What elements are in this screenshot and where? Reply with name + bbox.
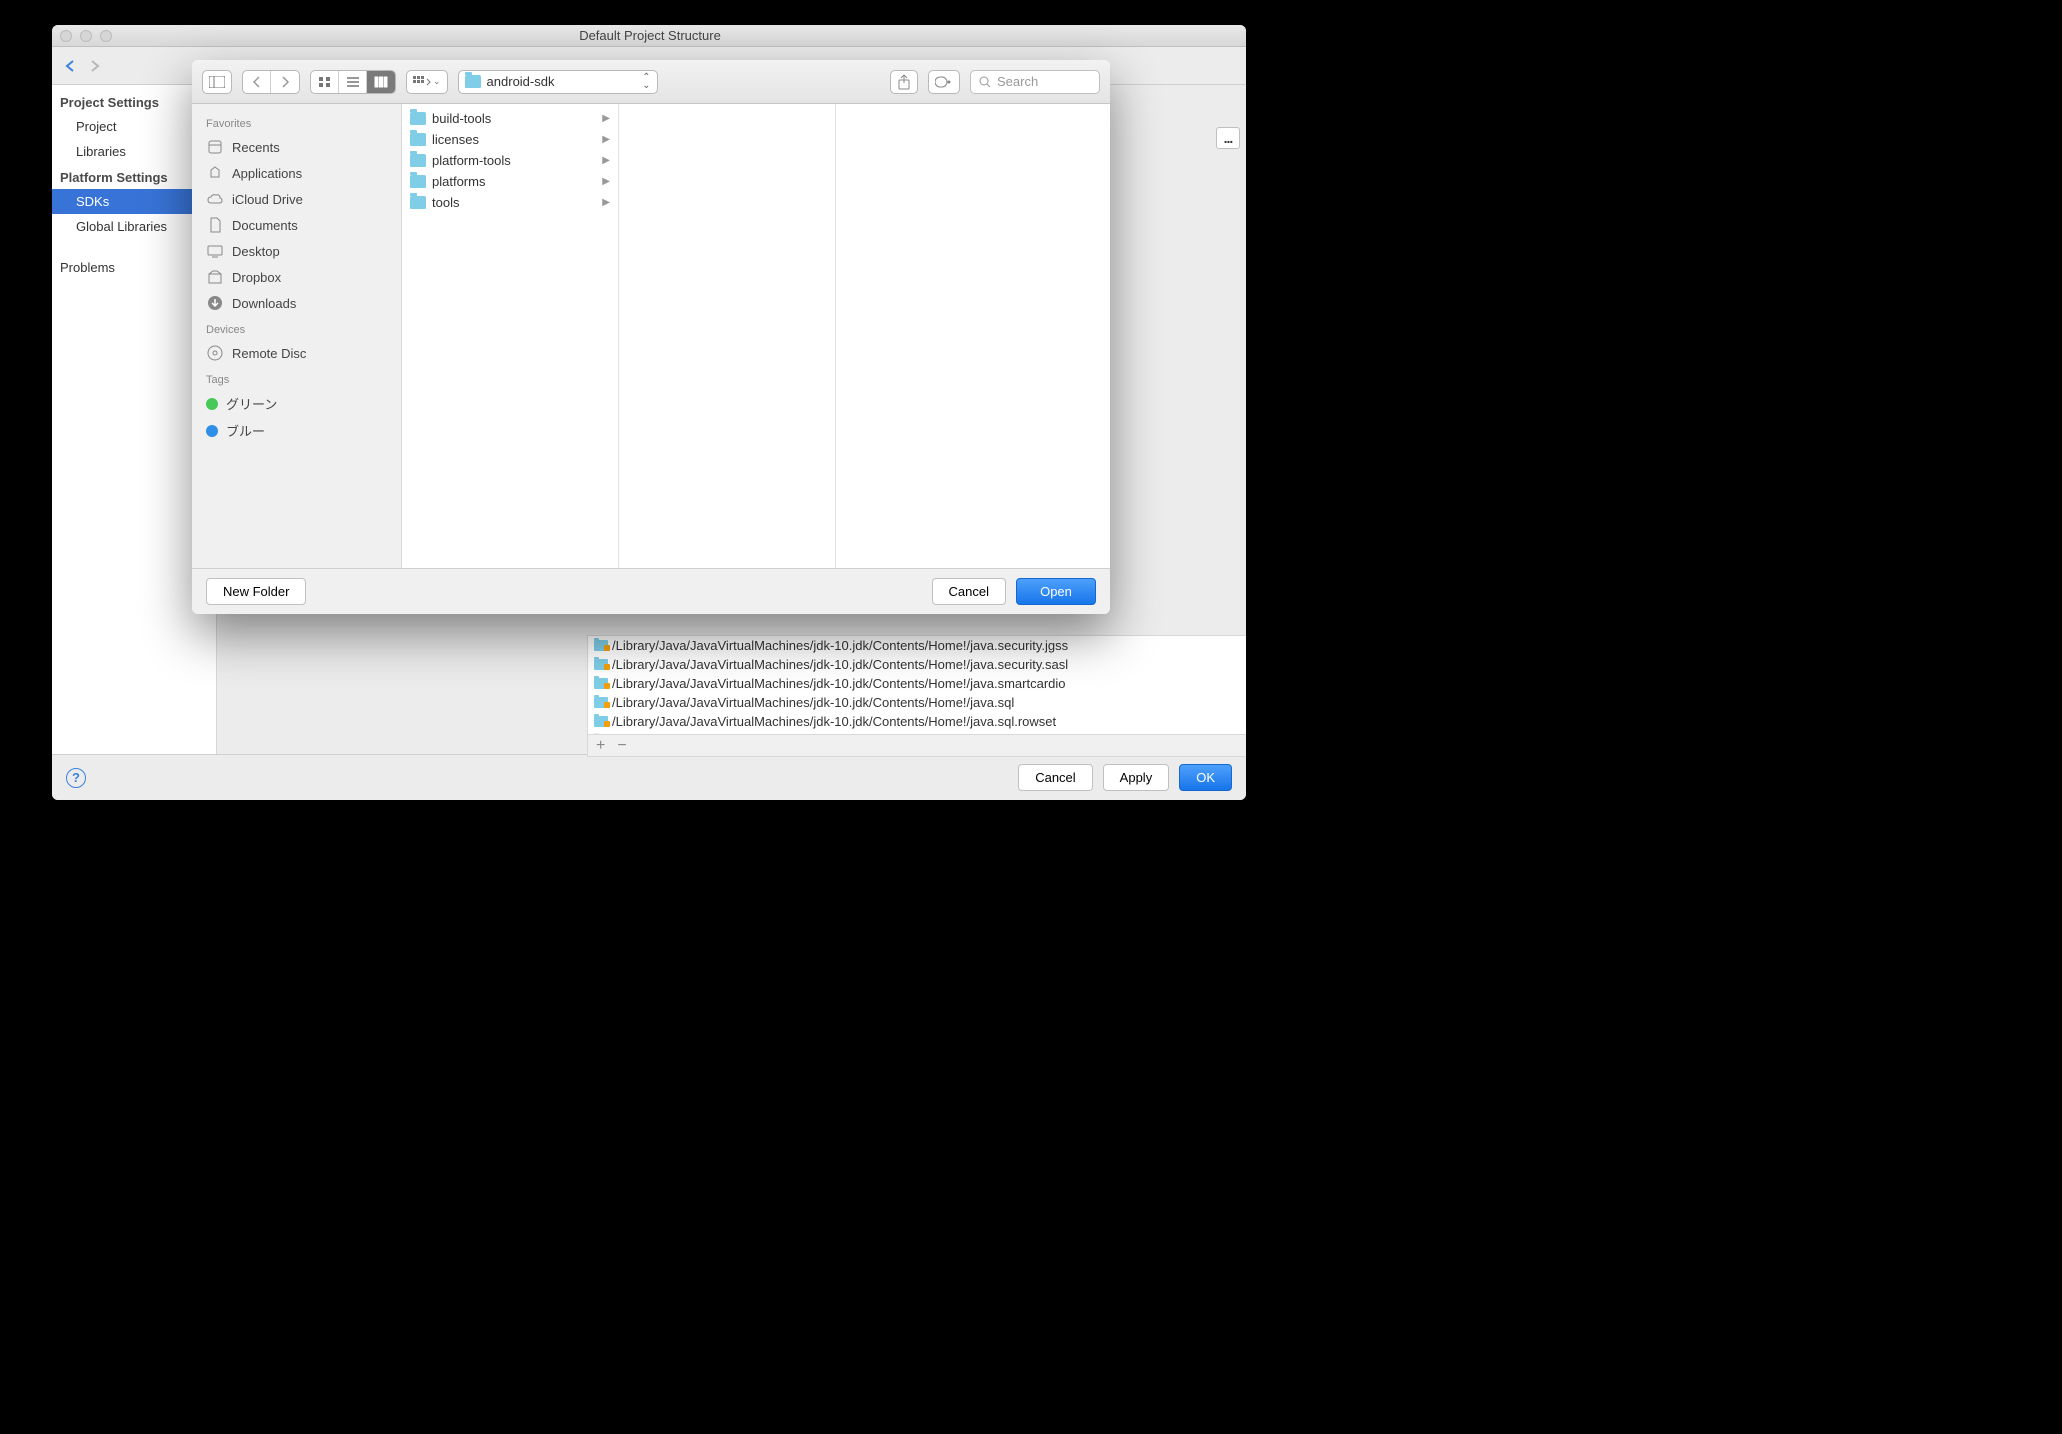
folder-row-platform-tools[interactable]: platform-tools▶	[402, 150, 618, 171]
folder-icon	[410, 112, 426, 125]
forward-button[interactable]	[271, 71, 299, 93]
sidebar-item-tag-blue[interactable]: ブルー	[192, 417, 401, 444]
back-arrow-icon[interactable]	[62, 57, 80, 75]
favorites-header: Favorites	[192, 110, 401, 134]
chevron-right-icon: ▶	[602, 134, 610, 145]
share-icon[interactable]	[890, 70, 918, 94]
sidebar-item-recents[interactable]: Recents	[192, 134, 401, 160]
sidebar-toggle-icon[interactable]	[202, 70, 232, 94]
more-button[interactable]: ...	[1216, 127, 1240, 149]
close-icon[interactable]	[60, 30, 72, 42]
column-2	[619, 104, 836, 568]
tag-dot-blue	[206, 425, 218, 437]
classpath-row[interactable]: /Library/Java/JavaVirtualMachines/jdk-10…	[588, 655, 1246, 674]
folder-icon	[594, 640, 608, 651]
download-icon	[206, 294, 224, 312]
folder-icon	[410, 196, 426, 209]
sidebar-item-remote-disc[interactable]: Remote Disc	[192, 340, 401, 366]
finder-sidebar: Favorites Recents Applications iCloud Dr…	[192, 104, 402, 568]
folder-icon	[410, 175, 426, 188]
cancel-button[interactable]: Cancel	[1018, 764, 1092, 791]
chevron-right-icon: ▶	[602, 155, 610, 166]
sidebar-item-downloads[interactable]: Downloads	[192, 290, 401, 316]
path-label: android-sdk	[487, 74, 555, 89]
help-icon[interactable]: ?	[66, 768, 86, 788]
classpath-row[interactable]: /Library/Java/JavaVirtualMachines/jdk-10…	[588, 674, 1246, 693]
sidebar-item-documents[interactable]: Documents	[192, 212, 401, 238]
chevron-updown-icon: ⌃⌄	[642, 74, 650, 90]
folder-icon	[594, 716, 608, 727]
folder-icon	[465, 75, 481, 88]
folder-icon	[594, 659, 608, 670]
window-title: Default Project Structure	[112, 28, 1188, 43]
applications-icon	[206, 164, 224, 182]
recents-icon	[206, 138, 224, 156]
desktop-icon	[206, 242, 224, 260]
path-selector[interactable]: android-sdk ⌃⌄	[458, 70, 658, 94]
back-button[interactable]	[243, 71, 271, 93]
dropbox-icon	[206, 268, 224, 286]
column-3	[836, 104, 1110, 568]
column-1: build-tools▶ licenses▶ platform-tools▶ p…	[402, 104, 619, 568]
icon-view-icon[interactable]	[311, 71, 339, 93]
tags-icon[interactable]	[928, 70, 960, 94]
minimize-icon[interactable]	[80, 30, 92, 42]
classpath-row[interactable]: /Library/Java/JavaVirtualMachines/jdk-10…	[588, 636, 1246, 655]
ok-button[interactable]: OK	[1179, 764, 1232, 791]
folder-icon	[594, 678, 608, 689]
cloud-icon	[206, 190, 224, 208]
folder-row-build-tools[interactable]: build-tools▶	[402, 108, 618, 129]
finder-columns: build-tools▶ licenses▶ platform-tools▶ p…	[402, 104, 1110, 568]
folder-icon	[410, 133, 426, 146]
classpath-row[interactable]: /Library/Java/JavaVirtualMachines/jdk-10…	[588, 712, 1246, 731]
add-icon[interactable]: +	[596, 737, 605, 755]
classpath-footer: + −	[588, 734, 1246, 756]
document-icon	[206, 216, 224, 234]
view-group	[310, 70, 396, 94]
sidebar-item-icloud[interactable]: iCloud Drive	[192, 186, 401, 212]
folder-row-tools[interactable]: tools▶	[402, 192, 618, 213]
sidebar-item-tag-green[interactable]: グリーン	[192, 390, 401, 417]
finder-footer: New Folder Cancel Open	[192, 568, 1110, 614]
tag-dot-green	[206, 398, 218, 410]
apply-button[interactable]: Apply	[1103, 764, 1170, 791]
bottom-bar: ? Cancel Apply OK	[52, 754, 1246, 800]
traffic-lights	[60, 30, 112, 42]
devices-header: Devices	[192, 316, 401, 340]
new-folder-button[interactable]: New Folder	[206, 578, 306, 605]
finder-dialog: ⌄ android-sdk ⌃⌄ Search Favorites Recent…	[192, 60, 1110, 614]
titlebar: Default Project Structure	[52, 25, 1246, 47]
column-view-icon[interactable]	[367, 71, 395, 93]
finder-cancel-button[interactable]: Cancel	[932, 578, 1006, 605]
folder-icon	[594, 697, 608, 708]
sidebar-item-applications[interactable]: Applications	[192, 160, 401, 186]
classpath-row[interactable]: /Library/Java/JavaVirtualMachines/jdk-10…	[588, 693, 1246, 712]
chevron-right-icon: ▶	[602, 113, 610, 124]
forward-arrow-icon[interactable]	[86, 57, 104, 75]
chevron-right-icon: ▶	[602, 176, 610, 187]
search-placeholder: Search	[997, 74, 1038, 89]
chevron-right-icon: ▶	[602, 197, 610, 208]
tags-header: Tags	[192, 366, 401, 390]
nav-group	[242, 70, 300, 94]
remove-icon[interactable]: −	[617, 737, 626, 755]
sidebar-item-desktop[interactable]: Desktop	[192, 238, 401, 264]
search-icon	[979, 76, 991, 88]
list-view-icon[interactable]	[339, 71, 367, 93]
zoom-icon[interactable]	[100, 30, 112, 42]
search-input[interactable]: Search	[970, 70, 1100, 94]
classpath-panel: /Library/Java/JavaVirtualMachines/jdk-10…	[587, 635, 1246, 757]
folder-row-licenses[interactable]: licenses▶	[402, 129, 618, 150]
arrange-button[interactable]: ⌄	[406, 70, 448, 94]
disc-icon	[206, 344, 224, 362]
folder-row-platforms[interactable]: platforms▶	[402, 171, 618, 192]
finder-open-button[interactable]: Open	[1016, 578, 1096, 605]
sidebar-item-dropbox[interactable]: Dropbox	[192, 264, 401, 290]
finder-toolbar: ⌄ android-sdk ⌃⌄ Search	[192, 60, 1110, 104]
folder-icon	[410, 154, 426, 167]
